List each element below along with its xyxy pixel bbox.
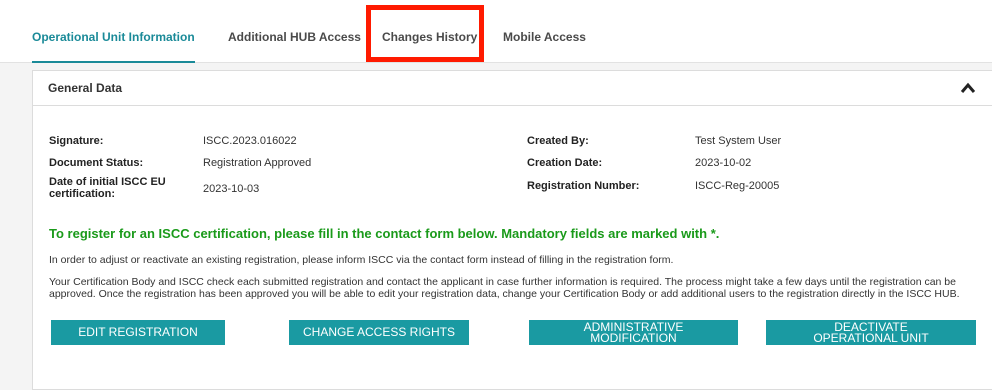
tab-mobile-access[interactable]: Mobile Access — [503, 6, 586, 62]
chevron-up-icon[interactable] — [959, 81, 977, 95]
administrative-modification-button[interactable]: ADMINISTRATIVE MODIFICATION — [529, 320, 738, 345]
general-data-panel: General Data Signature: ISCC.2023.016022… — [32, 70, 992, 390]
approval-process-text: Your Certification Body and ISCC check e… — [49, 276, 960, 300]
reactivate-info-text: In order to adjust or reactivate an exis… — [49, 254, 674, 266]
signature-value: ISCC.2023.016022 — [203, 135, 297, 147]
registration-notice: To register for an ISCC certification, p… — [49, 226, 720, 241]
change-access-rights-button[interactable]: CHANGE ACCESS RIGHTS — [289, 320, 469, 345]
tab-operational-unit-information[interactable]: Operational Unit Information — [32, 6, 195, 63]
edit-registration-button[interactable]: EDIT REGISTRATION — [51, 320, 225, 345]
change-access-rights-label: CHANGE ACCESS RIGHTS — [302, 325, 456, 339]
edit-registration-label: EDIT REGISTRATION — [78, 325, 198, 339]
document-status-label: Document Status: — [49, 157, 144, 169]
registration-number-value: ISCC-Reg-20005 — [695, 180, 780, 192]
registration-number-label: Registration Number: — [527, 180, 640, 192]
deactivate-operational-unit-button[interactable]: DEACTIVATE OPERATIONAL UNIT — [766, 320, 976, 345]
created-by-label: Created By: — [527, 135, 589, 147]
panel-title: General Data — [48, 81, 123, 95]
tab-bar: Operational Unit Information Additional … — [0, 6, 992, 63]
initial-certification-date-value: 2023-10-03 — [203, 183, 260, 195]
creation-date-label: Creation Date: — [527, 157, 603, 169]
creation-date-value: 2023-10-02 — [695, 157, 752, 169]
administrative-modification-label-line2: MODIFICATION — [590, 330, 677, 345]
initial-certification-date-label: Date of initial ISCC EU certification: — [49, 176, 166, 200]
signature-label: Signature: — [49, 135, 104, 147]
document-status-value: Registration Approved — [203, 157, 312, 169]
panel-header[interactable]: General Data — [33, 71, 992, 106]
created-by-value: Test System User — [695, 135, 782, 147]
deactivate-operational-unit-label-line2: OPERATIONAL UNIT — [813, 330, 929, 345]
changes-history-highlight-box — [366, 5, 484, 62]
tab-additional-hub-access[interactable]: Additional HUB Access — [228, 6, 361, 62]
